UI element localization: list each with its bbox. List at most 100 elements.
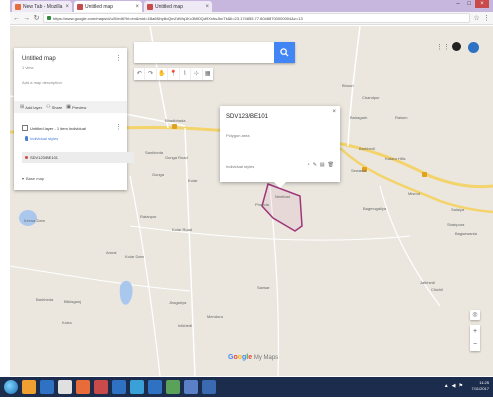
tab-new-tab[interactable]: New Tab - Mozilla Fir ×: [12, 1, 72, 12]
photo-icon[interactable]: ▤: [320, 162, 325, 168]
search-button[interactable]: [274, 42, 295, 63]
tab-untitled-map[interactable]: Untitled map ×: [74, 1, 142, 12]
drawing-toolbar: ↶ ↷ ✋ 📍 ⌇ ⊹ ▦: [134, 68, 213, 80]
edit-icon[interactable]: ✎: [313, 162, 317, 168]
taskbar-app-icon[interactable]: [40, 380, 54, 394]
account-avatar[interactable]: [468, 42, 479, 53]
forward-icon[interactable]: →: [23, 15, 30, 22]
style-pin-icon: [25, 136, 28, 141]
taskbar-app-icon[interactable]: [94, 380, 108, 394]
firefox-icon: [15, 3, 21, 10]
zoom-in-button[interactable]: +: [473, 328, 477, 335]
taskbar-app-icon[interactable]: [202, 380, 216, 394]
preview-button[interactable]: ▣ Preview: [66, 104, 86, 110]
taskbar-app-icon[interactable]: [112, 380, 126, 394]
delete-icon[interactable]: 🗑: [328, 162, 334, 168]
preview-icon: ▣: [66, 104, 72, 110]
draw-line-icon[interactable]: ⌇: [180, 68, 192, 80]
start-button[interactable]: [4, 380, 18, 394]
place-label: Katara Hills: [385, 156, 406, 161]
place-label: Kerwa Dam: [24, 218, 45, 223]
lock-icon: [47, 16, 51, 20]
place-label: Ratanpur: [140, 214, 157, 219]
browser-tab-strip: New Tab - Mozilla Fir × Untitled map × U…: [10, 0, 493, 12]
back-icon[interactable]: ←: [13, 15, 20, 22]
directions-icon[interactable]: ⊹: [191, 68, 203, 80]
layer-row[interactable]: Untitled layer - 1 item Individual: [22, 125, 86, 131]
feature-info-popup: SDV123/BE101 × Polygon area Individual s…: [220, 106, 340, 188]
flag-icon[interactable]: ⚑: [459, 383, 463, 389]
layer-name: Untitled layer - 1 item Individual: [30, 125, 86, 131]
place-label: Shahpura: [447, 222, 465, 227]
menu-icon[interactable]: ⋮: [483, 14, 490, 22]
google-my-maps-logo: Google My Maps: [228, 354, 278, 361]
add-marker-icon[interactable]: 📍: [168, 68, 180, 80]
popup-footer: Individual styles: [226, 164, 255, 169]
taskbar-app-icon[interactable]: [166, 380, 180, 394]
taskbar-app-icon[interactable]: [130, 380, 144, 394]
star-icon[interactable]: ☆: [473, 14, 480, 22]
redo-icon[interactable]: ↷: [145, 68, 157, 80]
layer-checkbox[interactable]: [22, 125, 28, 131]
map-title[interactable]: Untitled map: [22, 56, 56, 62]
map-description[interactable]: Add a map description: [22, 80, 62, 85]
my-maps-text: My Maps: [252, 355, 279, 361]
close-icon[interactable]: ×: [332, 109, 336, 115]
taskbar-app-icon[interactable]: [148, 380, 162, 394]
address-bar[interactable]: https://www.google.com/maps/d/u/0/edit?h…: [43, 13, 470, 23]
action-label: Share: [51, 104, 63, 110]
tab-untitled-map-2[interactable]: Untitled map ×: [144, 1, 212, 12]
place-label: Bilkisganj: [64, 299, 81, 304]
taskbar-app-icon[interactable]: [184, 380, 198, 394]
map-views: 1 view: [22, 65, 34, 70]
place-label: Jatkhedi: [420, 280, 435, 285]
my-maps-icon: [147, 3, 153, 10]
close-window-button[interactable]: ×: [475, 0, 489, 8]
paint-icon[interactable]: ◔: [307, 162, 310, 168]
system-tray: ▲ ◀ ⚑: [444, 383, 463, 389]
close-tab-icon[interactable]: ×: [205, 4, 209, 10]
my-location-button[interactable]: ◎: [470, 310, 480, 320]
place-label: Kolar Dam: [125, 254, 144, 259]
place-label: Chichli: [431, 287, 444, 292]
base-map-row[interactable]: ▾ Base map: [22, 176, 44, 181]
minimize-button[interactable]: –: [453, 0, 463, 8]
network-icon[interactable]: ▲: [444, 383, 449, 389]
reload-icon[interactable]: ↻: [33, 14, 40, 22]
feature-item[interactable]: SDV123/BE101: [22, 152, 134, 163]
taskbar-app-icon[interactable]: [58, 380, 72, 394]
place-label: Bhouri: [342, 83, 354, 88]
feature-name: SDV123/BE101: [30, 155, 59, 160]
place-label: Jhagariya: [169, 300, 187, 305]
base-map-label: Base map: [26, 176, 45, 181]
place-label: Barkheda: [36, 297, 54, 302]
place-label: Mendora: [207, 314, 223, 319]
hand-icon[interactable]: ✋: [157, 68, 169, 80]
add-layer-button[interactable]: ⊞ Add layer: [20, 104, 42, 110]
apps-grid-icon[interactable]: ⋮⋮: [436, 43, 450, 51]
taskbar-app-icon[interactable]: [76, 380, 90, 394]
place-label: Kotra: [62, 320, 72, 325]
screen-border: [0, 397, 493, 405]
share-button[interactable]: ⚇ Share: [46, 104, 62, 110]
place-label: Gunga Road: [165, 155, 188, 160]
close-tab-icon[interactable]: ×: [65, 4, 69, 10]
individual-styles-link[interactable]: Individual styles: [25, 136, 58, 141]
maximize-button[interactable]: □: [464, 0, 474, 8]
style-label: Individual styles: [30, 136, 59, 141]
zoom-out-button[interactable]: −: [473, 341, 477, 348]
volume-icon[interactable]: ◀: [452, 383, 456, 389]
clock[interactable]: 11:25 7/11/2017: [472, 380, 490, 392]
close-tab-icon[interactable]: ×: [135, 4, 139, 10]
measure-icon[interactable]: ▦: [203, 68, 213, 80]
notifications-icon[interactable]: [452, 42, 461, 51]
popup-subtitle: Polygon area: [226, 133, 250, 138]
screen: New Tab - Mozilla Fir × Untitled map × U…: [0, 0, 493, 405]
undo-icon[interactable]: ↶: [134, 68, 146, 80]
more-options-icon[interactable]: ⋮: [115, 54, 122, 62]
layer-options-icon[interactable]: ⋮: [115, 123, 122, 131]
search-input[interactable]: [134, 42, 274, 63]
clock-date: 7/11/2017: [471, 386, 490, 391]
taskbar-app-icon[interactable]: [22, 380, 36, 394]
place-label: Amrai: [106, 250, 117, 255]
